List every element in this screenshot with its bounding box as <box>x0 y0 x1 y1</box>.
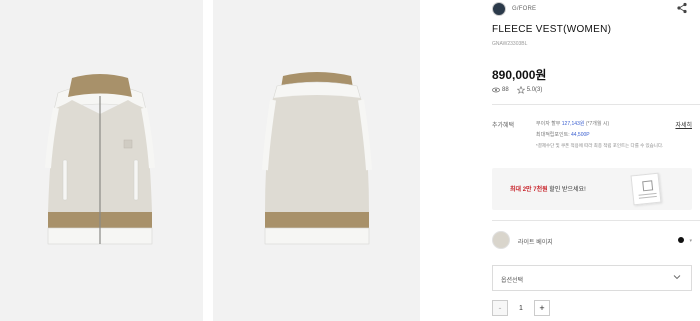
star-icon <box>516 86 525 94</box>
coupon-text: 최대 2만 7천원 할인 받으세요! <box>510 184 586 193</box>
likes-count: 88 <box>502 87 509 93</box>
product-image-front[interactable] <box>0 0 203 321</box>
benefit-note: *결제수단 및 쿠폰 적용에 따라 최종 적립 포인트는 다를 수 있습니다. <box>536 143 664 148</box>
points-info: 최대적립포인트: 44,500P <box>536 131 590 138</box>
option-select[interactable]: 옵션선택 <box>492 265 692 291</box>
installment-info: 무이자 할부 127,143원 (*7개월 시) <box>536 120 609 127</box>
coupon-highlight: 최대 2만 7천원 <box>510 187 548 193</box>
vest-back-illustration <box>262 72 372 245</box>
divider <box>492 104 700 105</box>
option-select-placeholder: 옵션선택 <box>501 278 524 284</box>
quantity-increase-button[interactable]: + <box>534 300 550 316</box>
coupon-banner[interactable]: 최대 2만 7천원 할인 받으세요! <box>492 168 692 210</box>
product-price: 890,000원 <box>492 68 547 82</box>
benefit-detail-link[interactable]: 자세히 <box>675 120 692 129</box>
product-image-back[interactable] <box>213 0 420 321</box>
product-info-panel: G/FORE FLEECE VEST(WOMEN) GNAW23303BL 89… <box>478 0 700 321</box>
product-code: GNAW23303BL <box>492 41 528 47</box>
points-prefix: 최대적립포인트: <box>536 132 571 138</box>
installment-suffix: (*7개월 시) <box>584 121 610 127</box>
quantity-value[interactable]: 1 <box>508 305 534 312</box>
coupon-card-illustration <box>630 172 662 206</box>
rating-stat[interactable]: 5.0(3) <box>516 86 543 94</box>
coupon-message: 할인 받으세요! <box>547 187 586 193</box>
chevron-down-icon <box>673 275 681 280</box>
color-swatch <box>492 231 510 249</box>
product-title: FLEECE VEST(WOMEN) <box>492 24 612 35</box>
divider <box>492 220 700 221</box>
color-option[interactable]: 라이트 베이지 ▾ <box>492 231 692 251</box>
benefit-label: 추가혜택 <box>492 123 515 129</box>
product-gallery <box>0 0 478 321</box>
product-stats: 88 5.0(3) <box>492 86 542 94</box>
points-amount: 44,500P <box>570 132 590 138</box>
rating-value: 5.0(3) <box>526 87 543 93</box>
installment-prefix: 무이자 할부 <box>536 121 562 127</box>
brand-logo <box>492 2 506 16</box>
chevron-down-icon[interactable]: ▾ <box>689 238 692 244</box>
color-name: 라이트 베이지 <box>518 240 553 246</box>
vest-front-illustration <box>45 74 155 245</box>
quantity-stepper: - 1 + <box>492 300 550 316</box>
eye-icon <box>492 87 500 93</box>
share-icon[interactable] <box>676 2 688 14</box>
brand-row[interactable]: G/FORE <box>492 2 536 16</box>
likes-stat[interactable]: 88 <box>492 86 509 94</box>
color-indicator-dot <box>678 237 684 243</box>
brand-name: G/FORE <box>512 6 537 12</box>
quantity-decrease-button[interactable]: - <box>492 300 508 316</box>
installment-amount: 127,143원 <box>561 121 585 127</box>
